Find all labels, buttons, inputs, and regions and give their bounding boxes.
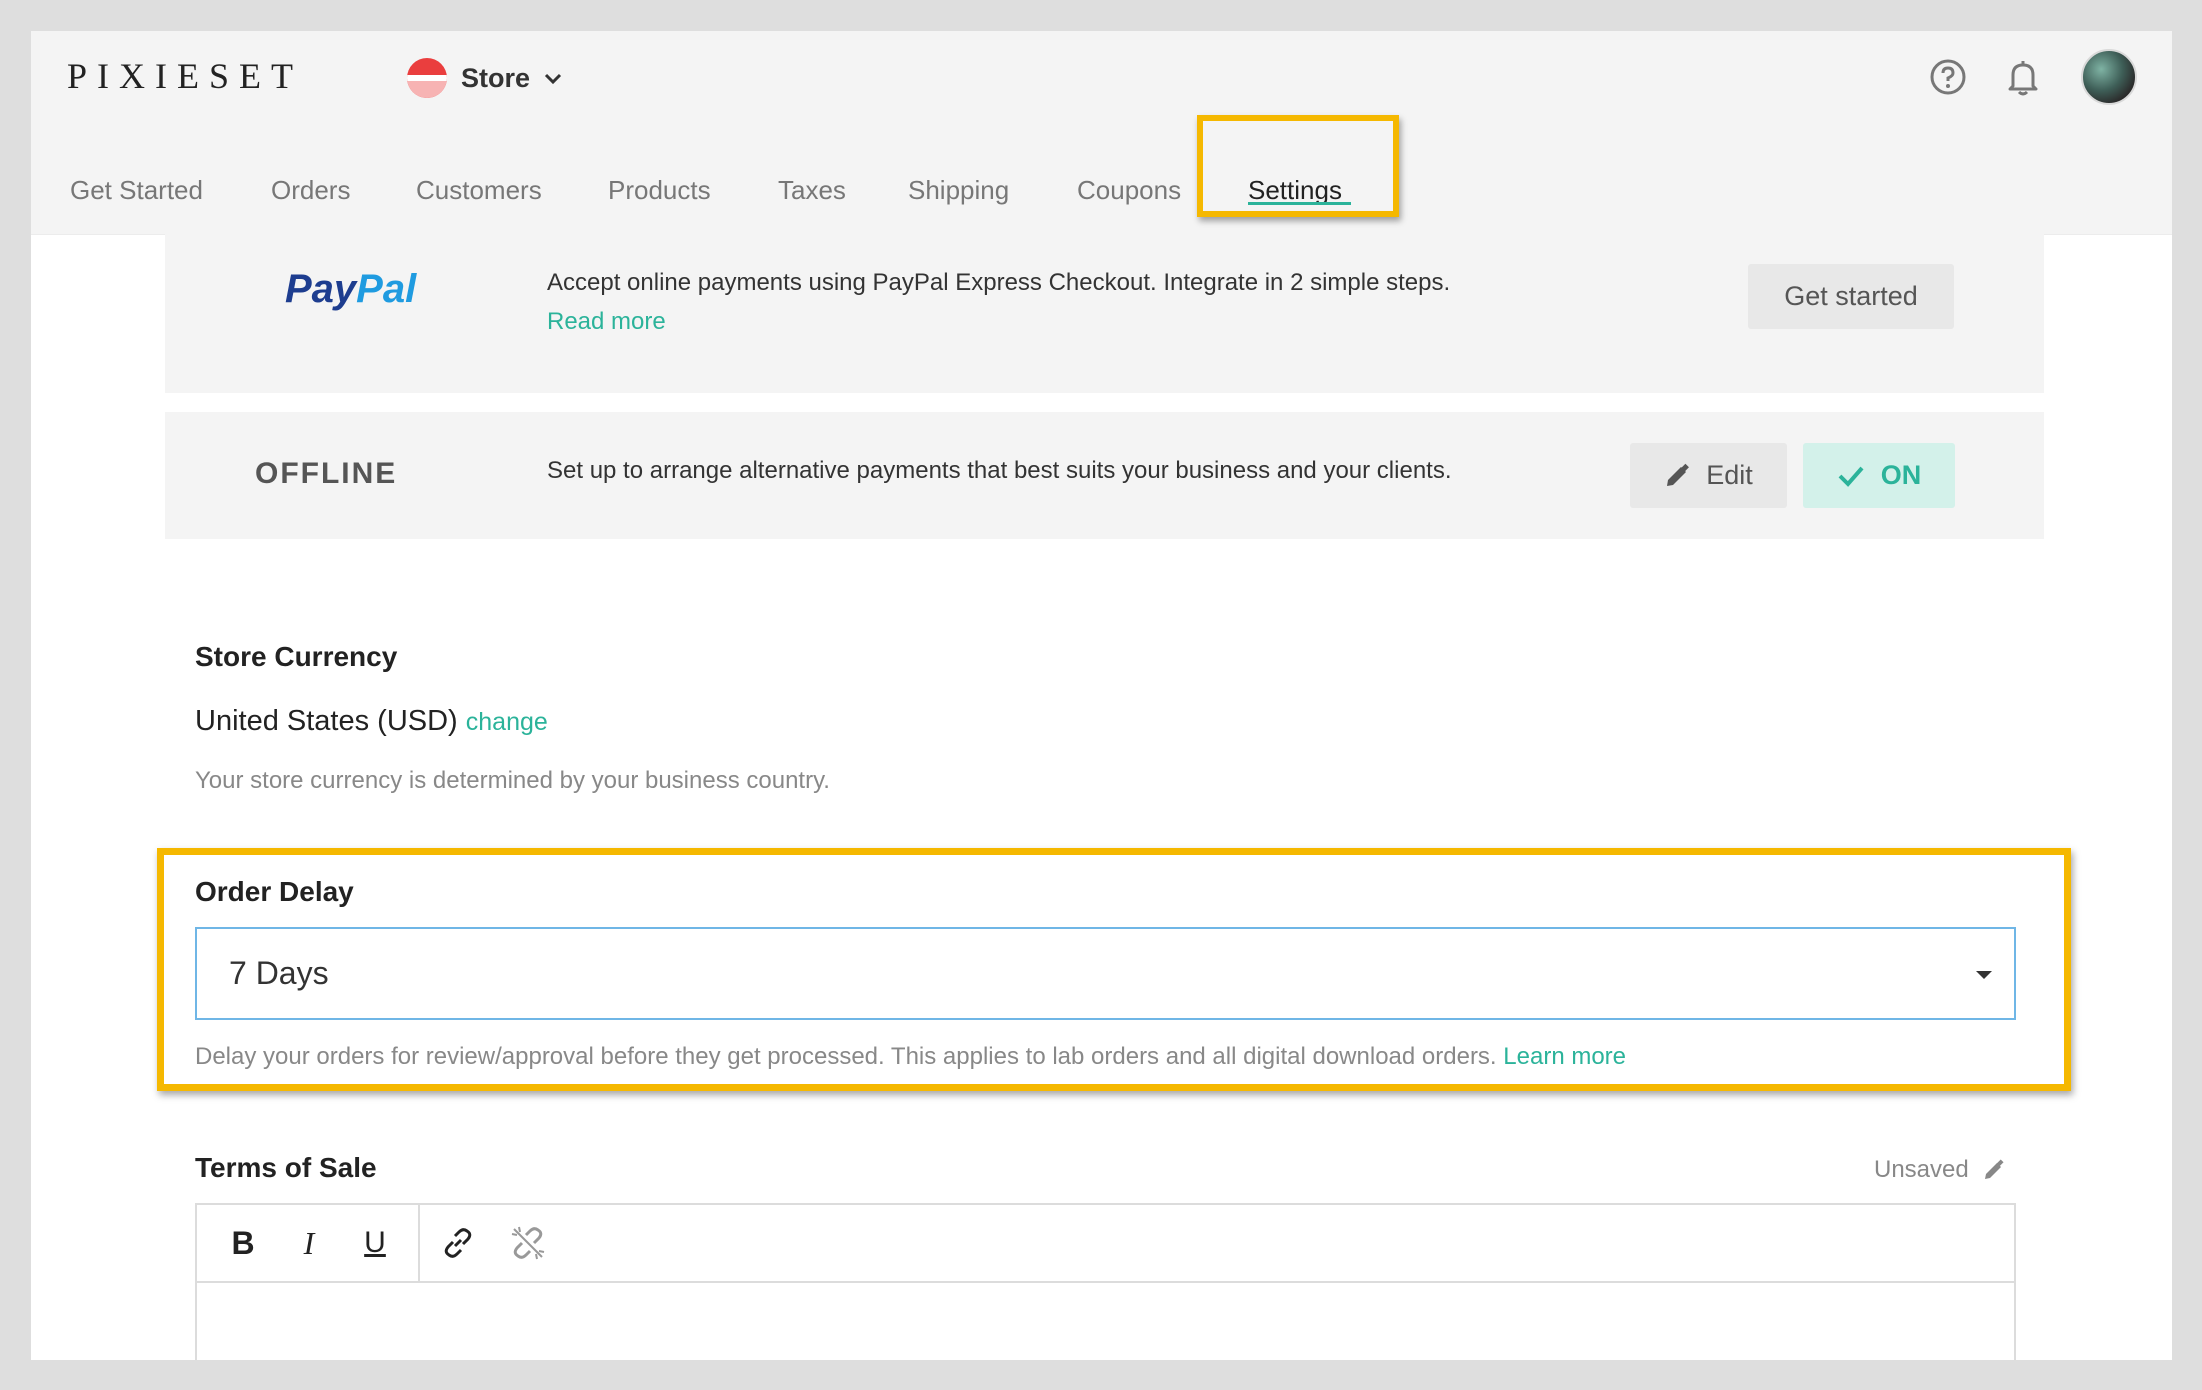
- store-app-icon: [407, 58, 447, 98]
- order-delay-learn-more-link[interactable]: Learn more: [1503, 1043, 1626, 1070]
- underline-button[interactable]: U: [355, 1223, 395, 1263]
- paypal-get-started-button[interactable]: Get started: [1748, 264, 1954, 329]
- bold-button[interactable]: B: [223, 1223, 263, 1263]
- app-window: PIXIESET Store Get Started Orders Custom…: [31, 31, 2172, 1360]
- settings-tab-highlight: [1197, 115, 1399, 217]
- terms-editor: B I U: [195, 1203, 2016, 1360]
- offline-edit-button[interactable]: Edit: [1630, 443, 1787, 508]
- terms-text-area[interactable]: [197, 1283, 2014, 1360]
- order-delay-hint: Delay your orders for review/approval be…: [195, 1043, 1497, 1070]
- tab-customers[interactable]: Customers: [416, 175, 542, 206]
- unlink-icon[interactable]: [508, 1223, 548, 1263]
- tab-orders[interactable]: Orders: [271, 175, 350, 206]
- order-delay-selected-value: 7 Days: [229, 955, 329, 991]
- order-delay-hint-line: Delay your orders for review/approval be…: [195, 1043, 1626, 1071]
- store-currency-value: United States (USD): [195, 705, 458, 737]
- store-switcher[interactable]: Store: [407, 53, 562, 103]
- brand-logo[interactable]: PIXIESET: [67, 55, 303, 97]
- offline-on-label: ON: [1880, 460, 1922, 490]
- editor-toolbar: B I U: [197, 1205, 2014, 1283]
- help-icon[interactable]: [1926, 55, 1970, 99]
- paypal-logo-part-pal: Pal: [356, 267, 417, 311]
- order-delay-select[interactable]: 7 Days: [195, 927, 2016, 1020]
- paypal-description: Accept online payments using PayPal Expr…: [547, 269, 1451, 296]
- tab-products[interactable]: Products: [608, 175, 711, 206]
- tab-shipping[interactable]: Shipping: [908, 175, 1009, 206]
- store-currency-value-line: United States (USD) change: [195, 705, 548, 738]
- avatar[interactable]: [2081, 49, 2137, 105]
- offline-edit-label: Edit: [1706, 460, 1753, 490]
- store-currency-hint: Your store currency is determined by you…: [195, 767, 830, 794]
- pencil-icon: [1667, 463, 1690, 486]
- chevron-down-icon: [544, 68, 562, 91]
- paypal-logo-part-pay: Pay: [285, 267, 357, 311]
- store-switcher-label: Store: [461, 62, 531, 93]
- offline-description: Set up to arrange alternative payments t…: [547, 457, 1452, 484]
- terms-status-label: Unsaved: [1874, 1156, 1969, 1183]
- offline-title: OFFLINE: [255, 457, 398, 490]
- terms-of-sale-heading: Terms of Sale: [195, 1152, 377, 1183]
- caret-down-icon: [1976, 971, 1992, 979]
- bell-icon[interactable]: [2001, 55, 2045, 99]
- terms-status: Unsaved: [1874, 1156, 2005, 1184]
- paypal-logo: PayPal: [285, 267, 416, 312]
- offline-on-toggle[interactable]: ON: [1803, 443, 1955, 508]
- checkmark-icon: [1838, 466, 1864, 487]
- tab-get-started[interactable]: Get Started: [70, 175, 203, 206]
- top-bar: PIXIESET Store: [31, 31, 2172, 125]
- currency-change-link[interactable]: change: [466, 708, 548, 736]
- tab-taxes[interactable]: Taxes: [778, 175, 846, 206]
- paypal-read-more-link[interactable]: Read more: [547, 308, 666, 336]
- italic-button[interactable]: I: [289, 1223, 329, 1263]
- link-icon[interactable]: [438, 1223, 478, 1263]
- pencil-icon[interactable]: [1983, 1159, 2005, 1181]
- offline-payment-row: OFFLINE Set up to arrange alternative pa…: [165, 412, 2044, 539]
- order-delay-heading: Order Delay: [195, 876, 354, 907]
- tab-coupons[interactable]: Coupons: [1077, 175, 1181, 206]
- toolbar-divider: [418, 1205, 420, 1283]
- paypal-payment-row: PayPal Accept online payments using PayP…: [165, 205, 2044, 393]
- store-currency-heading: Store Currency: [195, 641, 398, 672]
